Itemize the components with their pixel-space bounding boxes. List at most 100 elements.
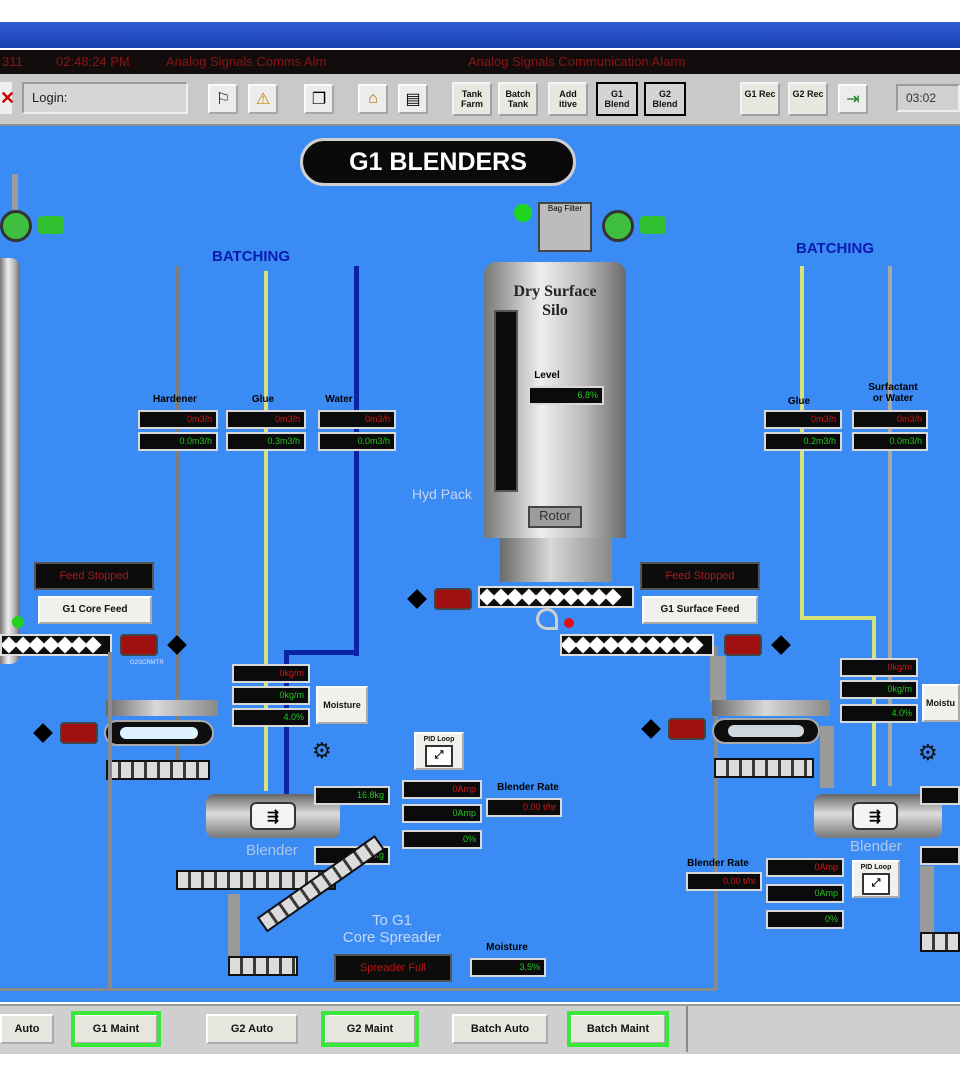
g1-auto-button[interactable]: Auto <box>0 1014 54 1044</box>
right-surfactant-setpoint[interactable]: 0m3/h <box>852 410 928 429</box>
right-amp-actual: 0Amp <box>766 884 844 903</box>
g2-rec-button[interactable]: G2 Rec <box>788 82 828 116</box>
center-fan-motor-icon <box>640 216 666 234</box>
right-surfactant-actual: 0.0m3/h <box>852 432 928 451</box>
left-feed-motor-icon[interactable] <box>120 634 158 656</box>
center-feed-status: Feed Stopped <box>640 562 760 590</box>
g1-maint-button[interactable]: G1 Maint <box>71 1011 161 1047</box>
silo-level-value: 6.8% <box>528 386 604 405</box>
right-feed-valve-icon[interactable] <box>771 635 791 655</box>
right-amp-setpoint[interactable]: 0Amp <box>766 858 844 877</box>
left-weigh-belt <box>104 720 214 746</box>
left-amp-setpoint[interactable]: 0Amp <box>402 780 482 799</box>
left-discharge-support <box>228 894 240 962</box>
right-meter-screw <box>714 758 814 778</box>
left-spreader-conveyor <box>228 956 298 976</box>
print-icon[interactable]: ▤ <box>398 84 428 114</box>
right-valve-icon[interactable]: ⚙ <box>918 740 938 766</box>
left-amp-actual: 0Amp <box>402 804 482 823</box>
left-meter-screw <box>106 760 210 780</box>
right-batching-label: BATCHING <box>796 240 875 257</box>
batch-tank-button[interactable]: Batch Tank <box>498 82 538 116</box>
g2-maint-button[interactable]: G2 Maint <box>321 1011 419 1047</box>
diverter-icon[interactable] <box>536 608 558 630</box>
flowchart-icon[interactable]: ⚐ <box>208 84 238 114</box>
right-glue-actual: 0.2m3/h <box>764 432 842 451</box>
right-blender-rate-value: 0.00 t/hr <box>686 872 762 891</box>
g1-rec-button[interactable]: G1 Rec <box>740 82 780 116</box>
right-pid-loop-button[interactable]: PID Loop ⤢ <box>852 860 900 898</box>
left-feed-status-light <box>12 616 24 628</box>
hardener-label: Hardener <box>153 394 197 405</box>
right-weigh-belt-motor-icon[interactable] <box>668 718 706 740</box>
right-feed-motor-icon[interactable] <box>724 634 762 656</box>
glue-setpoint[interactable]: 0m3/h <box>226 410 306 429</box>
right-blender-rate-label: Blender Rate <box>687 858 749 869</box>
login-field[interactable]: Login: <box>22 82 188 114</box>
center-discharge-screw <box>478 586 634 608</box>
right-blender-weight-2 <box>920 846 960 865</box>
right-glue-pipe-drop <box>872 616 876 786</box>
right-glue-label: Glue <box>787 396 811 407</box>
bottom-moisture-value: 3.5% <box>470 958 546 977</box>
left-fan-icon[interactable] <box>0 210 32 242</box>
g1-core-feed-button[interactable]: G1 Core Feed <box>38 596 152 624</box>
alarm-time: 02:48:24 PM <box>56 54 130 69</box>
right-blender-mixer-icon: ⇶ <box>852 802 898 830</box>
g1-blend-button[interactable]: G1 Blend <box>596 82 638 116</box>
batch-auto-button[interactable]: Batch Auto <box>452 1014 548 1044</box>
clock-display: 03:02 <box>896 84 960 112</box>
bag-filter-status-light <box>514 204 532 222</box>
center-discharge-motor-icon[interactable] <box>434 588 472 610</box>
g2-blend-button[interactable]: G2 Blend <box>644 82 686 116</box>
additive-button[interactable]: Add itive <box>548 82 588 116</box>
right-flow-setpoint[interactable]: 0kg/m <box>840 658 918 677</box>
center-fan-icon[interactable] <box>602 210 634 242</box>
hardener-setpoint[interactable]: 0m3/h <box>138 410 218 429</box>
left-blender-weight-1: 16.8kg <box>314 786 390 805</box>
left-pid-loop-button[interactable]: PID Loop ⤢ <box>414 732 464 770</box>
g1-surface-feed-button[interactable]: G1 Surface Feed <box>642 596 758 624</box>
right-weigh-belt-valve-icon[interactable] <box>641 719 661 739</box>
right-blender-weight-1 <box>920 786 960 805</box>
alarm-tag: Analog Signals Comms Alm <box>166 54 327 69</box>
batch-maint-button[interactable]: Batch Maint <box>567 1011 669 1047</box>
left-feed-screw-conveyor <box>0 634 112 656</box>
close-x-icon[interactable]: ✕ <box>0 82 15 114</box>
right-flow-actual: 0kg/m <box>840 680 918 699</box>
right-pid-loop-label: PID Loop <box>860 864 892 871</box>
center-valve-icon[interactable] <box>407 589 427 609</box>
water-pipe-bend <box>284 650 359 655</box>
left-pid-loop-label: PID Loop <box>423 736 455 743</box>
exit-door-icon[interactable]: ⇥ <box>838 84 868 114</box>
left-silo <box>0 258 20 664</box>
warning-icon[interactable]: ⚠ <box>248 84 278 114</box>
document-icon[interactable]: ❐ <box>304 84 334 114</box>
left-feed-valve-icon[interactable] <box>167 635 187 655</box>
page-title: G1 BLENDERS <box>300 138 576 186</box>
center-transfer-screw <box>560 634 714 656</box>
left-weigh-belt-motor-icon[interactable] <box>60 722 98 744</box>
left-valve-icon[interactable]: ⚙ <box>312 738 332 764</box>
right-glue-setpoint[interactable]: 0m3/h <box>764 410 842 429</box>
tank-farm-button[interactable]: Tank Farm <box>452 82 492 116</box>
mode-bar-divider <box>686 1006 688 1052</box>
water-actual: 0.0m3/h <box>318 432 396 451</box>
right-moisture-button[interactable]: Moistu <box>922 684 960 722</box>
right-blender-label: Blender <box>850 838 902 855</box>
water-setpoint[interactable]: 0m3/h <box>318 410 396 429</box>
right-weigh-belt <box>712 718 820 744</box>
alarm-bar[interactable]: 311 02:48:24 PM Analog Signals Comms Alm… <box>0 50 960 74</box>
rotor: Rotor <box>528 506 582 528</box>
left-frame-line <box>108 652 112 988</box>
left-moisture-button[interactable]: Moisture <box>316 686 368 724</box>
silo-level-label: Level <box>534 370 560 381</box>
left-blender-label: Blender <box>246 842 298 859</box>
left-flow-setpoint[interactable]: 0kg/m <box>232 664 310 683</box>
mode-bar: Auto G1 Maint G2 Auto G2 Maint Batch Aut… <box>0 1004 960 1054</box>
hyd-pack-label: Hyd Pack <box>412 486 472 502</box>
home-icon[interactable]: ⌂ <box>358 84 388 114</box>
left-blender-rate-label: Blender Rate <box>497 782 559 793</box>
left-weigh-belt-valve-icon[interactable] <box>33 723 53 743</box>
g2-auto-button[interactable]: G2 Auto <box>206 1014 298 1044</box>
